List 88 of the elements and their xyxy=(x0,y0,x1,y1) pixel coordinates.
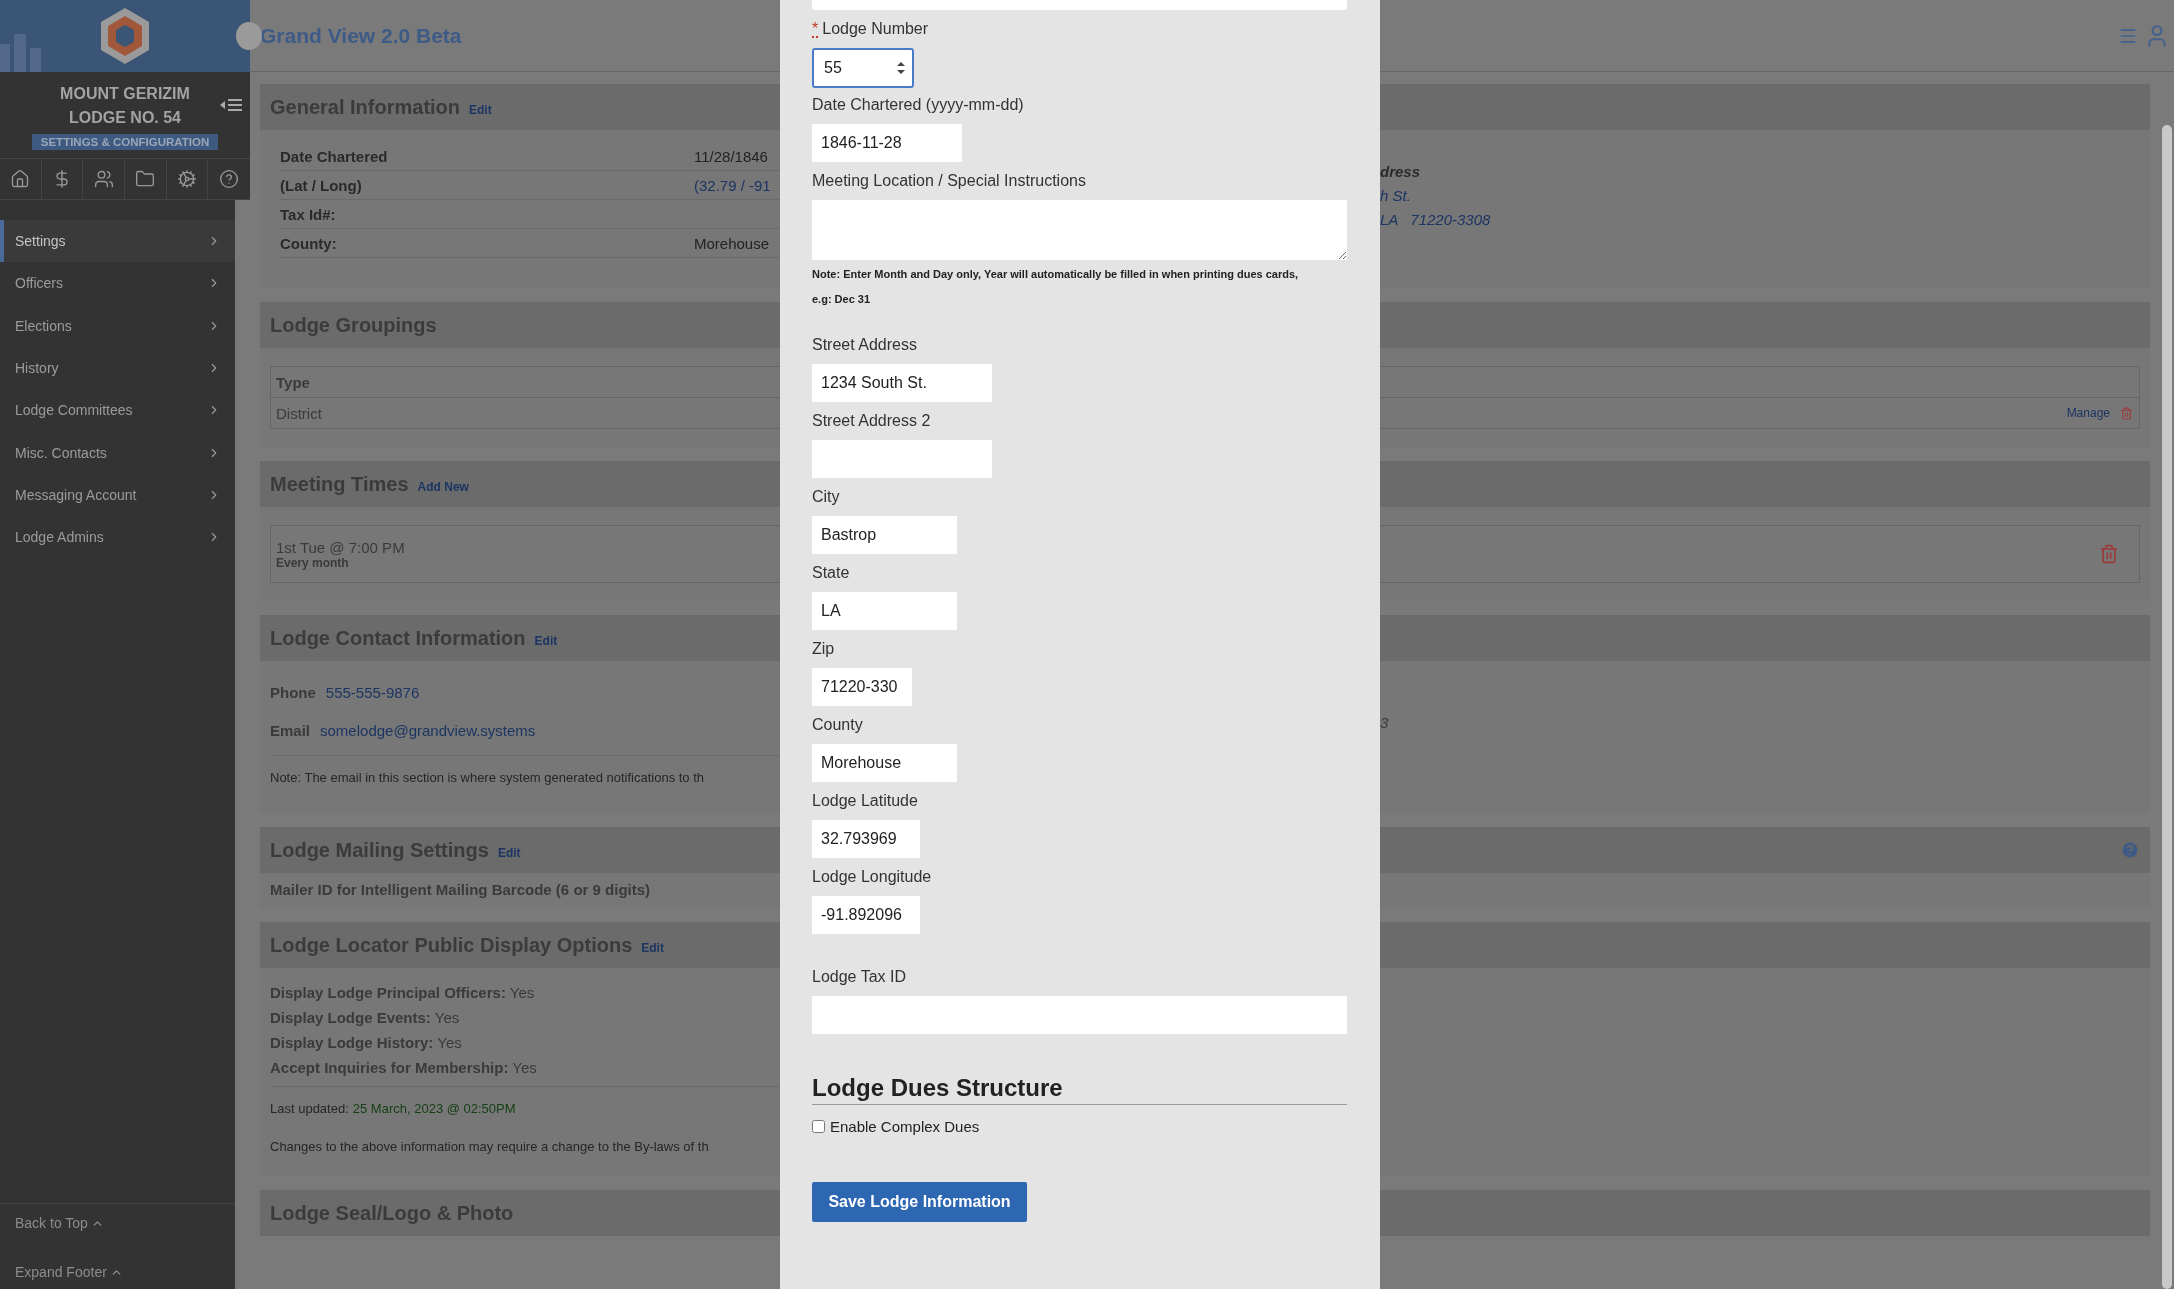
field-label: Email xyxy=(270,721,311,739)
phone-link[interactable]: 555-555-9876 xyxy=(325,683,420,701)
input-field[interactable] xyxy=(812,996,1347,1034)
help-icon[interactable] xyxy=(219,169,240,189)
column-header: Type xyxy=(276,373,310,391)
sidebar-item[interactable]: Officers xyxy=(0,262,235,305)
field-label: Street Address xyxy=(812,335,917,355)
required-mark: * xyxy=(812,22,819,38)
field-label: Date Chartered (yyyy-mm-dd) xyxy=(812,95,1024,115)
scrollbar[interactable] xyxy=(2162,125,2172,1289)
input-field[interactable]: 1234 South St. xyxy=(812,364,992,402)
logo-icon xyxy=(99,6,151,66)
manage-link[interactable]: Manage xyxy=(2066,406,2110,420)
note-text: Note: The email in this section is where system generated notifications to th xyxy=(270,770,705,785)
display-option: Display Lodge Principal Officers: Yes xyxy=(270,980,780,1005)
textarea-field[interactable] xyxy=(812,200,1347,260)
input-field[interactable]: 71220-330 xyxy=(812,668,912,706)
users-icon[interactable] xyxy=(93,169,114,189)
sidebar-item[interactable]: Elections xyxy=(0,304,235,347)
field-label: Meeting Location / Special Instructions xyxy=(812,171,1086,191)
number-input[interactable]: 55 xyxy=(822,58,882,78)
input-field[interactable] xyxy=(812,440,992,478)
last-updated-label: Last updated: xyxy=(270,1101,349,1116)
email-link[interactable]: somelodge@grandview.systems xyxy=(320,721,536,739)
sidebar-item[interactable]: Settings xyxy=(0,220,235,263)
meeting-repeat: Every month xyxy=(276,555,349,570)
section-badge: SETTINGS & CONFIGURATION xyxy=(31,134,219,150)
coordinates-link[interactable]: (32.79 / -91 xyxy=(694,176,771,194)
input-field[interactable]: 1846-11-28 xyxy=(812,124,962,162)
address-heading: dress xyxy=(1380,162,1421,182)
number-field[interactable]: 55 xyxy=(812,48,914,88)
collapse-menu-icon[interactable] xyxy=(220,98,242,112)
field-value: 11/28/1846 xyxy=(694,147,768,165)
checkbox-option[interactable]: Enable Complex Dues xyxy=(812,1115,980,1137)
save-button[interactable]: Save Lodge Information xyxy=(812,1182,1027,1222)
input-field[interactable]: Morehouse xyxy=(812,744,957,782)
mailer-id-label: Mailer ID for Intelligent Mailing Barcode (6 or 9 digits) xyxy=(270,881,652,898)
field-label: Lodge Latitude xyxy=(812,791,918,811)
field-label: Date Chartered xyxy=(280,147,389,165)
lodge-name: LODGE NO. 54 xyxy=(69,108,181,128)
meeting-time: 1st Tue @ 7:00 PM xyxy=(276,538,405,556)
spinner-icon[interactable] xyxy=(896,60,906,76)
sidebar-item[interactable]: History xyxy=(0,346,235,390)
table-cell: District xyxy=(276,404,322,422)
field-label: Tax Id#: xyxy=(280,205,337,223)
last-updated-date: 25 March, 2023 @ 02:50PM xyxy=(352,1101,516,1116)
field-label: Street Address 2 xyxy=(812,411,931,431)
field-label: (Lat / Long) xyxy=(280,176,363,194)
address-line: h St. xyxy=(1380,186,1411,206)
footer-link[interactable]: Expand Footer xyxy=(15,1261,235,1283)
input-field[interactable]: LA xyxy=(812,592,957,630)
footer-link[interactable]: Back to Top xyxy=(15,1212,235,1234)
field-label: Lodge Tax ID xyxy=(812,967,906,987)
field-value: Morehouse xyxy=(694,234,770,252)
input-field[interactable]: -91.892096 xyxy=(812,896,920,934)
trash-icon[interactable] xyxy=(2099,544,2119,564)
note-text: e.g: Dec 31 xyxy=(812,292,872,307)
field-label: County: xyxy=(280,234,338,252)
sidebar-item[interactable]: Lodge Admins xyxy=(0,516,235,559)
field-label: State xyxy=(812,563,850,583)
field-label: Zip xyxy=(812,639,835,659)
section-heading: Lodge Dues Structure xyxy=(812,1074,1347,1105)
checkbox[interactable] xyxy=(812,1119,825,1133)
field-label: City xyxy=(812,487,840,507)
folder-icon[interactable] xyxy=(135,169,156,189)
trash-icon[interactable] xyxy=(2120,406,2133,420)
field-label: Lodge Longitude xyxy=(812,867,932,887)
field-label-text: Lodge Number xyxy=(822,19,929,39)
address-line: LA 71220-3308 xyxy=(1380,210,1491,230)
home-icon[interactable] xyxy=(10,169,31,189)
input-field[interactable]: 32.793969 xyxy=(812,820,920,858)
sidebar-toggle[interactable] xyxy=(236,22,262,50)
note-text: Changes to the above information may require a change to the By-laws of th xyxy=(270,1138,709,1154)
note-text: Note: Enter Month and Day only, Year will automatically be filled in when printing dues cards, xyxy=(812,267,1300,282)
input-field[interactable] xyxy=(812,0,1347,10)
address-line: 3 xyxy=(1380,713,1389,733)
field-label: County xyxy=(812,715,863,735)
sidebar-item[interactable]: Lodge Committees xyxy=(0,389,235,432)
checkbox-label: Enable Complex Dues xyxy=(830,1117,980,1135)
display-option: Display Lodge Events: Yes xyxy=(270,1005,780,1030)
sidebar-item[interactable]: Misc. Contacts xyxy=(0,431,235,474)
input-field[interactable]: Bastrop xyxy=(812,516,957,554)
sidebar-item[interactable]: Messaging Account xyxy=(0,473,235,517)
display-option: Accept Inquiries for Membership: Yes xyxy=(270,1055,780,1080)
settings-icon[interactable] xyxy=(177,169,197,189)
display-option: Display Lodge History: Yes xyxy=(270,1030,780,1055)
field-label: Phone xyxy=(270,683,316,701)
lodge-name: MOUNT GERIZIM xyxy=(60,84,190,104)
